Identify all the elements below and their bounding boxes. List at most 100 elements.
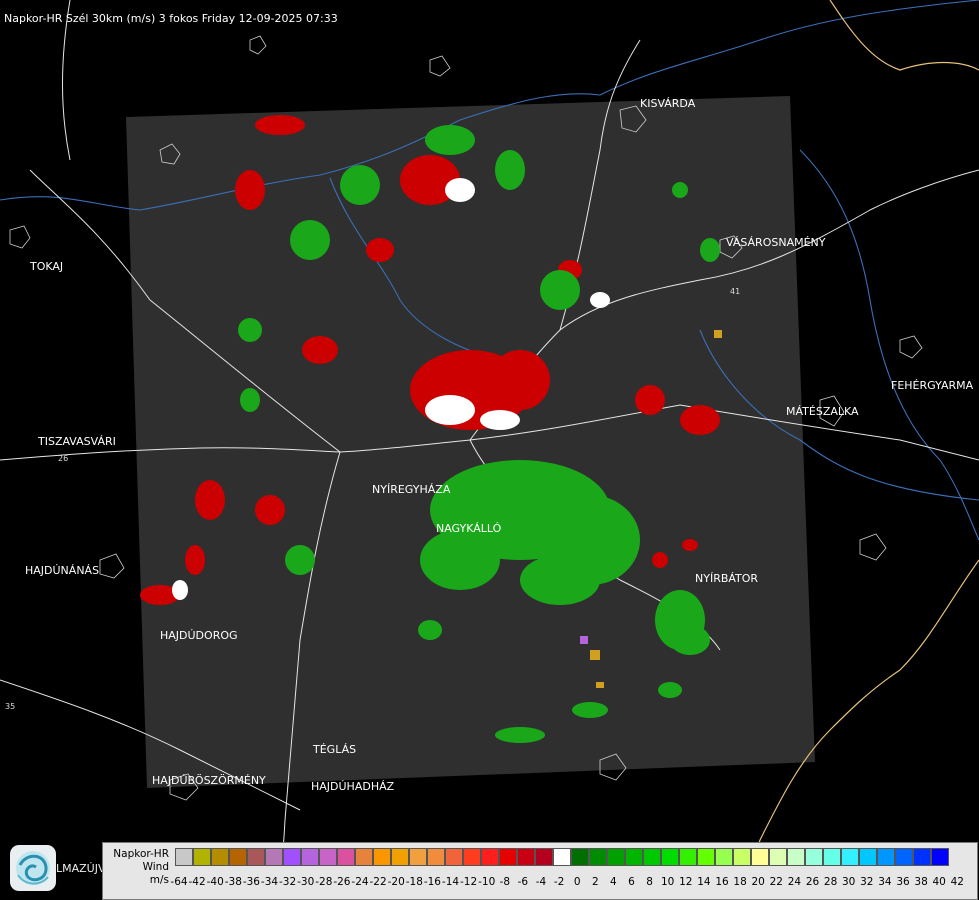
legend-swatch [823,848,841,866]
legend-tick-label: 16 [715,876,729,888]
legend-tick-label: 32 [860,876,874,888]
legend-tick-label: 28 [823,876,838,888]
legend-tick-label: -36 [242,876,260,888]
legend-tick-label: 0 [573,876,581,888]
legend-tick-label: 22 [769,876,783,888]
place-nyiregyhaza: NYÍREGYHÁZA [372,483,451,496]
legend-swatch [463,848,481,866]
legend-tick-label: 24 [787,876,802,888]
legend-swatch [643,848,661,866]
legend-swatch [589,848,607,866]
legend-tick-label: 4 [610,876,617,888]
legend-tick-label: 26 [805,876,820,888]
legend-swatch [319,848,337,866]
place-teglas: TÉGLÁS [313,743,357,756]
legend-swatch [733,848,751,866]
legend-tick-label: -4 [535,876,547,888]
map-header: Napkor-HR Szél 30km (m/s) 3 fokos Friday… [4,12,338,25]
legend-tick-label: -40 [206,876,224,888]
met-service-logo-icon [10,845,56,891]
legend-swatch [517,848,535,866]
legend-swatch [535,848,553,866]
legend-swatch [499,848,517,866]
legend-ticks: -64 -42 -40 -38 -36 -34 -32 -30 -28 -26 -24 -22 -20-… [170,876,975,890]
legend-tick-label: -14 [441,876,460,888]
legend-swatch [661,848,679,866]
legend-swatch [895,848,913,866]
legend-tick-label: 12 [679,876,693,888]
legend-swatch [553,848,571,866]
legend-swatch [625,848,643,866]
legend-swatch [697,848,715,866]
road-number-35: 35 [5,702,16,711]
place-nagykallo: NAGYKÁLLÓ [436,522,502,535]
legend-swatches [175,848,949,868]
legend-swatch [229,848,247,866]
legend-tick-label: -28 [315,876,333,888]
place-mateszalka: MÁTÉSZALKA [786,405,859,418]
place-hajdunanas: HAJDÚNÁNÁS [25,564,100,577]
legend-swatch [877,848,895,866]
legend-swatch [787,848,805,866]
legend-tick-label: 36 [896,876,910,888]
legend-tick-label: 34 [878,876,892,888]
legend-tick-label: -22 [369,876,387,888]
place-kisvarda: KISVÁRDA [640,97,696,110]
legend-tick-label: 30 [842,876,856,888]
legend-title: Napkor-HR Wind m/s [107,848,169,887]
legend-swatch [211,848,229,866]
legend-title-line2: Wind [142,861,169,873]
legend-swatch [265,848,283,866]
legend-swatch [283,848,301,866]
legend-title-line3: m/s [149,874,169,886]
place-vasarosnameny: VÁSÁROSNAMÉNY [726,236,826,249]
legend-swatch [409,848,427,866]
legend-title-line1: Napkor-HR [113,848,169,860]
legend-tick-label: -30 [297,876,315,888]
legend-tick-label: 38 [914,876,928,888]
place-hajdudorog: HAJDÚDOROG [160,629,238,642]
legend-tick-label: 18 [733,876,747,888]
legend-tick-label: -8 [499,876,511,888]
legend-swatch [913,848,931,866]
legend-swatch [571,848,589,866]
road-number-26: 26 [58,454,69,463]
legend-tick-label: -42 [188,876,206,888]
legend-swatch [337,848,355,866]
legend-tick-label: -16 [423,876,441,888]
legend-tick-label: -20 [387,876,405,888]
legend-swatch [859,848,877,866]
legend-swatch [301,848,319,866]
legend-tick-label: 20 [751,876,765,888]
radar-echoes-magenta [580,636,588,644]
legend-tick-label: -32 [279,876,297,888]
legend-tick-label: 2 [591,876,599,888]
legend-swatch [805,848,823,866]
legend-tick-label: 10 [661,876,675,888]
legend-swatch [931,848,949,866]
legend-tick-label: -24 [351,876,369,888]
radar-map [0,0,979,900]
place-nyirbator: NYÍRBÁTOR [695,572,759,585]
legend-tick-label: 42 [950,876,964,888]
place-tokaj: TOKAJ [30,260,64,273]
place-tiszavasvari: TISZAVASVÁRI [38,435,116,448]
legend-tick-label: -12 [460,876,478,888]
legend-tick-label: -26 [333,876,351,888]
legend-tick-label: -38 [224,876,242,888]
place-hajduboszormeny: HAJDÚBÖSZÖRMÉNY [152,774,266,787]
legend-tick-label: -34 [260,876,279,888]
legend-swatch [373,848,391,866]
legend-swatch [445,848,463,866]
place-fehergyarmat: FEHÉRGYARMA [891,379,974,392]
legend-swatch [481,848,499,866]
legend-tick-label: 40 [932,876,946,888]
legend-tick-label: 6 [628,876,635,888]
legend-tick-label: -10 [478,876,496,888]
place-hajduhadhaz: HAJDÚHADHÁZ [311,780,395,793]
legend-tick-label: 8 [646,876,653,888]
wind-legend: Napkor-HR Wind m/s -64 -42 -40 -38 -36 -34 -32… [102,842,978,900]
legend-swatch [607,848,625,866]
legend-tick-label: -64 [170,876,188,888]
legend-swatch [841,848,859,866]
